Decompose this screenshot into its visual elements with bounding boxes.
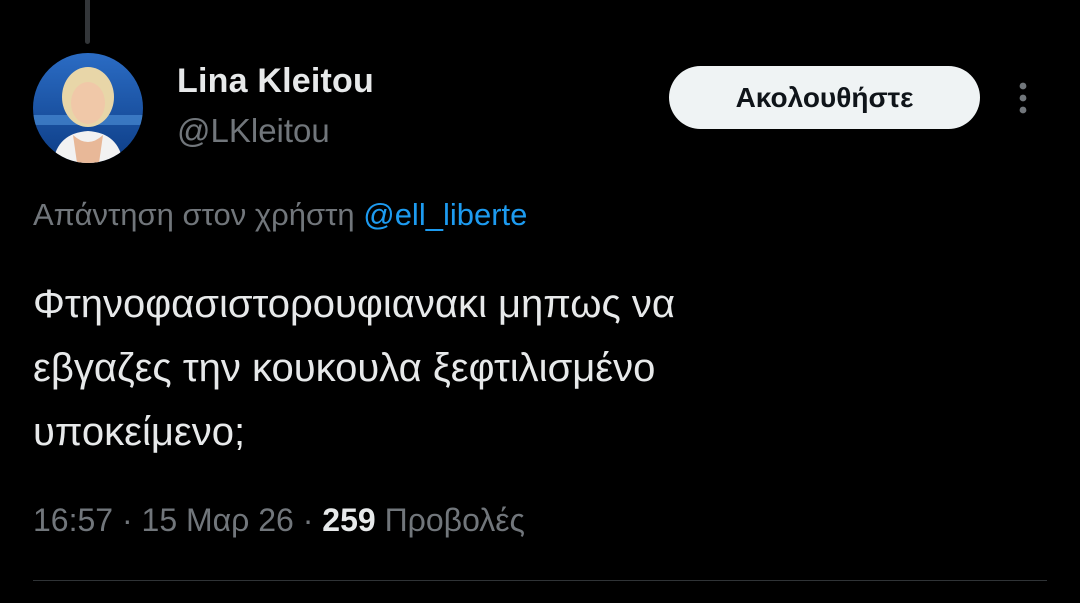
meta-separator: · [121,502,133,538]
avatar[interactable] [33,53,143,163]
avatar-image [33,53,143,163]
reply-context-prefix: Απάντηση στον χρήστη [33,197,355,232]
author-display-name[interactable]: Lina Kleitou [177,62,374,101]
tweet-text: Φτηνοφασιστορουφιανακι μηπως να εβγαζες … [33,282,676,454]
reply-context: Απάντηση στον χρήστη @ell_liberte [33,197,527,233]
views-label: Προβολές [384,502,525,538]
tweet-meta: 16:57 · 15 Μαρ 26 · 259 Προβολές [33,502,525,539]
divider [33,580,1047,581]
more-vertical-icon[interactable] [1008,78,1038,118]
author-handle[interactable]: @LKleitou [177,112,330,150]
reply-mention-link[interactable]: @ell_liberte [363,197,527,232]
tweet-time[interactable]: 16:57 [33,502,113,538]
thread-connector-line [85,0,90,44]
tweet-date[interactable]: 15 Μαρ 26 [142,502,294,538]
meta-separator: · [302,502,314,538]
follow-button[interactable]: Ακολουθήστε [669,66,980,129]
views-count: 259 [322,502,376,538]
